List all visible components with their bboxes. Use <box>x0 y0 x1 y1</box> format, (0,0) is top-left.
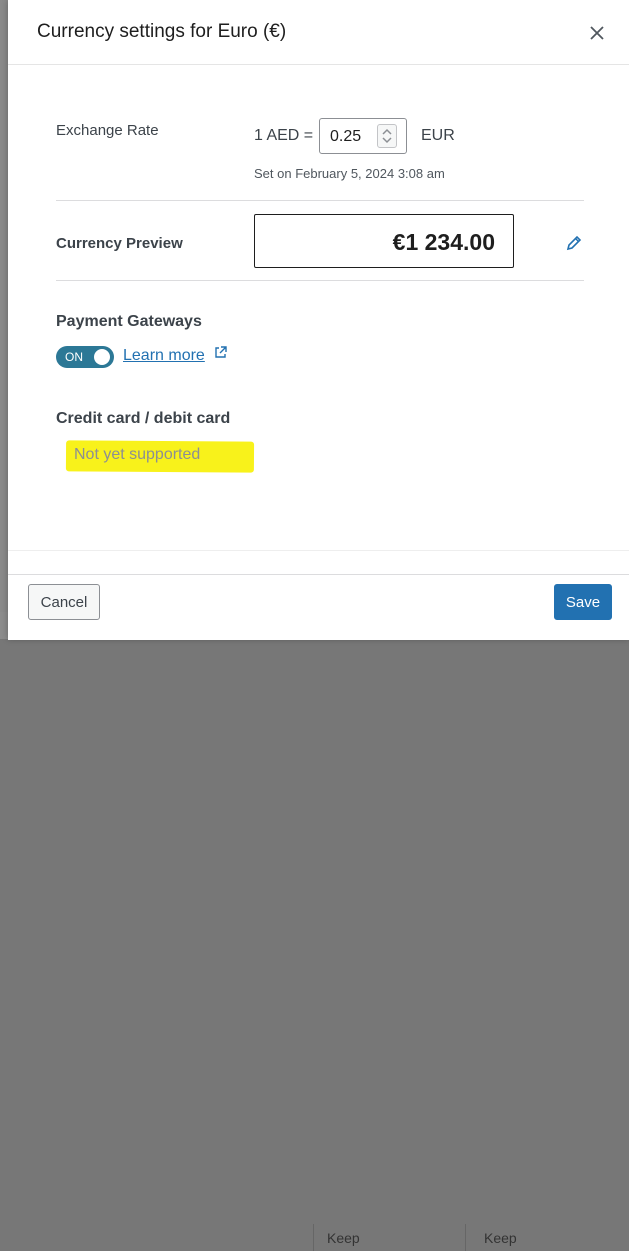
currency-settings-modal: Currency settings for Euro (€) Exchange … <box>8 0 629 640</box>
stepper-arrows-icon <box>382 128 392 144</box>
modal-header: Currency settings for Euro (€) <box>8 0 629 65</box>
not-supported-status: Not yet supported <box>74 446 201 463</box>
toggle-state-text: ON <box>65 350 83 364</box>
credit-card-label: Credit card / debit card <box>56 410 231 427</box>
divider <box>56 280 584 281</box>
pencil-icon <box>566 235 582 251</box>
close-icon <box>590 26 604 40</box>
edit-preview-button[interactable] <box>565 234 583 252</box>
exchange-rate-value: 0.25 <box>330 128 362 145</box>
exchange-rate-label: Exchange Rate <box>56 122 159 139</box>
footer-spacer-line <box>8 550 629 551</box>
learn-more-link[interactable]: Learn more <box>123 347 205 365</box>
close-button[interactable] <box>586 22 608 44</box>
save-button[interactable]: Save <box>554 584 612 620</box>
background-text: Keep <box>484 1230 517 1246</box>
rate-prefix: 1 AED = <box>254 127 314 144</box>
payment-gateways-toggle[interactable]: ON <box>56 346 114 368</box>
payment-gateways-label: Payment Gateways <box>56 313 202 330</box>
currency-preview-value: €1 234.00 <box>392 229 495 255</box>
external-link-icon <box>214 346 227 359</box>
rate-currency-code: EUR <box>421 127 455 144</box>
modal-title: Currency settings for Euro (€) <box>37 21 287 42</box>
divider <box>56 200 584 201</box>
exchange-rate-input[interactable]: 0.25 <box>319 118 407 154</box>
rate-stepper[interactable] <box>377 124 397 148</box>
background-column-divider <box>313 1224 314 1251</box>
background-text: Keep <box>327 1230 360 1246</box>
background-column-divider <box>465 1224 466 1251</box>
currency-preview-label: Currency Preview <box>56 235 183 252</box>
rate-set-date: Set on February 5, 2024 3:08 am <box>254 166 445 181</box>
cancel-button[interactable]: Cancel <box>28 584 100 620</box>
currency-preview-box: €1 234.00 <box>254 214 514 268</box>
modal-footer <box>8 574 629 640</box>
toggle-knob <box>94 349 110 365</box>
